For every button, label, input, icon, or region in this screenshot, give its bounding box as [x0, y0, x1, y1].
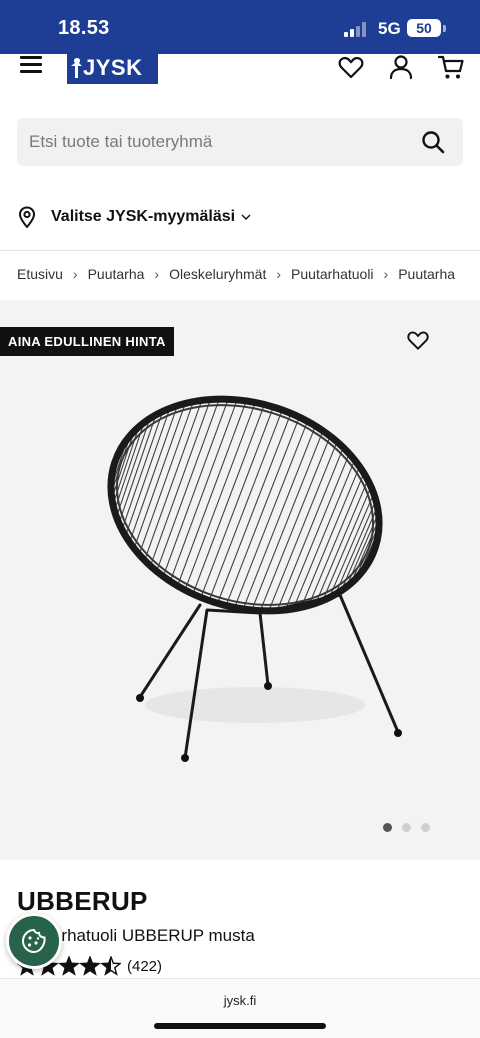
- signal-icon: [344, 21, 370, 37]
- chair-cord: [201, 409, 273, 595]
- chair-cord: [157, 402, 219, 569]
- chair-cord: [226, 419, 299, 603]
- logo-text: JYSK: [83, 55, 143, 80]
- pagination-dot[interactable]: [402, 823, 411, 832]
- divider: [0, 250, 480, 251]
- status-bar: 18.53 5G 50: [0, 0, 480, 54]
- store-label: Valitse JYSK-myymäläsi: [51, 208, 236, 225]
- breadcrumb-item[interactable]: Etusivu: [17, 266, 63, 282]
- cart-icon[interactable]: [437, 54, 465, 82]
- price-badge: AINA EDULLINEN HINTA: [0, 327, 174, 356]
- url-text: jysk.fi: [223, 993, 257, 1008]
- home-indicator[interactable]: [154, 1023, 326, 1029]
- chevron-right-icon: ›: [72, 266, 78, 282]
- chair-cord: [277, 450, 343, 608]
- heart-icon[interactable]: [337, 54, 365, 82]
- chevron-down-icon: [241, 214, 251, 220]
- chair-cord: [193, 407, 264, 592]
- pagination-dot[interactable]: [421, 823, 430, 832]
- battery-icon: 50: [407, 19, 441, 37]
- user-icon[interactable]: [387, 54, 415, 82]
- search-input[interactable]: [29, 118, 409, 166]
- star-icon: [79, 956, 101, 976]
- chevron-right-icon: ›: [154, 266, 160, 282]
- chair-cord: [209, 412, 282, 598]
- chair-cord: [150, 402, 210, 564]
- breadcrumb-item[interactable]: Puutarha: [88, 266, 145, 282]
- star-icon: [58, 956, 80, 976]
- jysk-logo[interactable]: JYSK: [67, 54, 158, 84]
- chair-cord: [163, 402, 228, 574]
- location-pin-icon: [18, 206, 36, 228]
- store-selector[interactable]: Valitse JYSK-myymäläsi: [17, 204, 251, 230]
- search-bar: [17, 118, 463, 166]
- chair-cord: [269, 444, 337, 609]
- cookie-settings-button[interactable]: [6, 913, 62, 969]
- breadcrumb-item[interactable]: Puutarhatuoli: [291, 266, 374, 282]
- chair-cord: [170, 402, 237, 579]
- search-icon[interactable]: [421, 130, 445, 154]
- product-image-gallery[interactable]: AINA EDULLINEN HINTA: [0, 300, 480, 860]
- wishlist-heart-icon[interactable]: [406, 329, 430, 353]
- rating-count: (422): [127, 957, 163, 975]
- product-image: [107, 395, 402, 762]
- browser-address-bar[interactable]: jysk.fi: [0, 978, 480, 1038]
- site-header: JYSK: [0, 54, 480, 104]
- network-type: 5G: [378, 19, 401, 38]
- breadcrumb-item[interactable]: Oleskeluryhmät: [169, 266, 266, 282]
- chevron-right-icon: ›: [276, 266, 282, 282]
- chair-cord: [323, 490, 370, 597]
- chevron-right-icon: ›: [383, 266, 389, 282]
- breadcrumb: Etusivu › Puutarha › Oleskeluryhmät › Pu…: [17, 266, 455, 282]
- chair-cord: [145, 403, 202, 558]
- menu-icon[interactable]: [20, 56, 42, 74]
- battery-tip: [443, 25, 446, 32]
- chair-cord: [218, 415, 291, 601]
- image-pagination: [383, 823, 430, 832]
- cookie-icon: [21, 928, 46, 954]
- status-time: 18.53: [58, 17, 110, 39]
- bird-logo-icon: [71, 58, 82, 78]
- breadcrumb-item[interactable]: Puutarha: [398, 266, 455, 282]
- pagination-dot[interactable]: [383, 823, 392, 832]
